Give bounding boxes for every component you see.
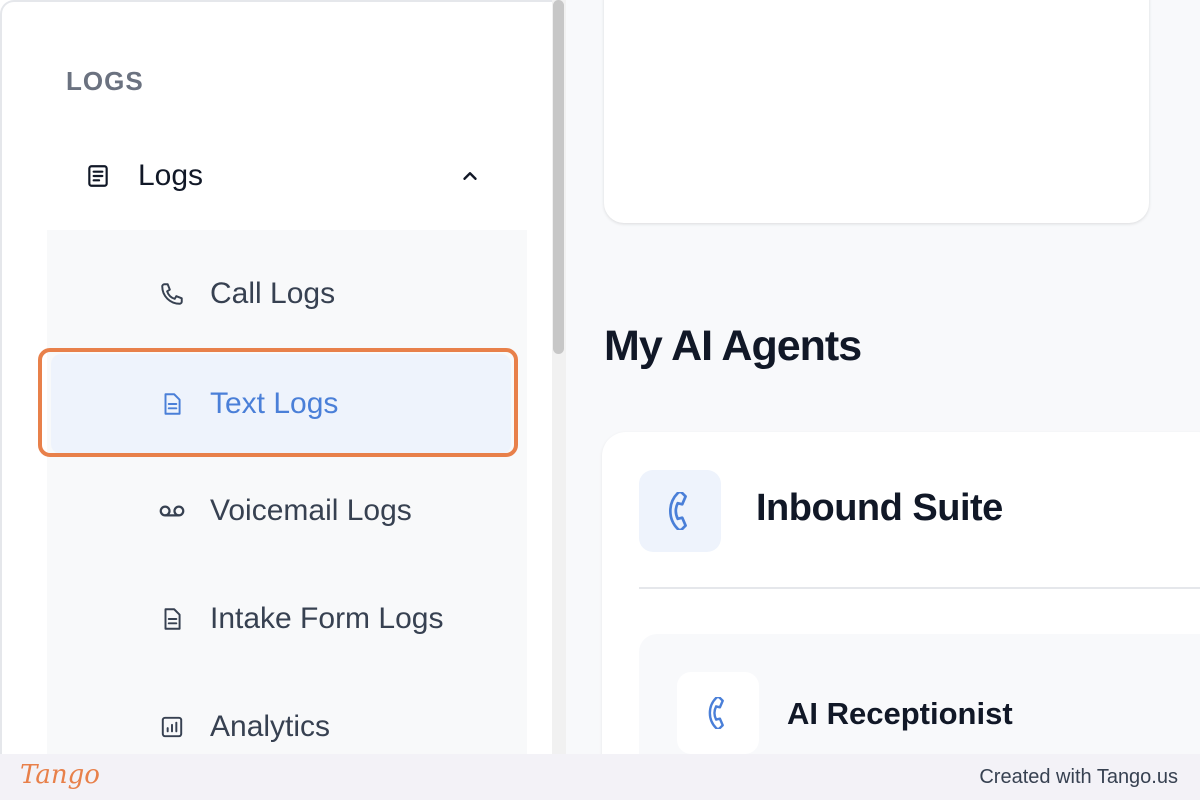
page-title: My AI Agents (604, 322, 862, 370)
sidebar-item-label: Call Logs (210, 277, 336, 310)
suite-title: Inbound Suite (756, 487, 1003, 529)
sidebar-item-label: Analytics (210, 710, 331, 743)
phone-icon (157, 279, 187, 309)
sidebar-item-label: Intake Form Logs (210, 602, 444, 635)
logs-submenu: Call Logs Text Logs Voicemail Logs Intak… (47, 230, 527, 756)
divider (639, 587, 1200, 589)
sidebar-item-text-logs[interactable]: Text Logs (51, 354, 511, 454)
top-card (604, 0, 1149, 223)
agent-card[interactable]: AI Receptionist (639, 634, 1200, 754)
voicemail-icon (157, 496, 187, 526)
analytics-icon (157, 712, 187, 742)
suite-card: Inbound Suite AI Receptionist (602, 432, 1200, 754)
phone-icon (677, 672, 759, 754)
sidebar-item-intake-form-logs[interactable]: Intake Form Logs (47, 569, 527, 669)
footer-credit: Created with Tango.us (979, 766, 1178, 788)
footer: Tango Created with Tango.us (0, 754, 1200, 800)
sidebar-item-call-logs[interactable]: Call Logs (47, 244, 527, 344)
sidebar-section-title: LOGS (66, 66, 144, 96)
sidebar-item-voicemail-logs[interactable]: Voicemail Logs (47, 461, 527, 561)
agent-name: AI Receptionist (787, 696, 1013, 731)
main-content: My AI Agents Inbound Suite AI Receptioni… (566, 0, 1200, 754)
sidebar-group-logs[interactable]: Logs (66, 140, 506, 212)
chevron-up-icon[interactable] (456, 162, 484, 190)
document-icon (84, 162, 112, 190)
sidebar-group-label: Logs (138, 159, 204, 192)
sidebar-item-label: Voicemail Logs (210, 494, 412, 527)
phone-icon (639, 470, 721, 552)
sidebar: LOGS Logs Call Logs Text Logs Voicemail … (0, 0, 552, 756)
sidebar-scrollbar-thumb[interactable] (553, 0, 564, 354)
document-icon (157, 604, 187, 634)
document-icon (157, 389, 187, 419)
tango-logo: Tango (20, 760, 100, 790)
sidebar-item-label: Text Logs (210, 387, 339, 420)
